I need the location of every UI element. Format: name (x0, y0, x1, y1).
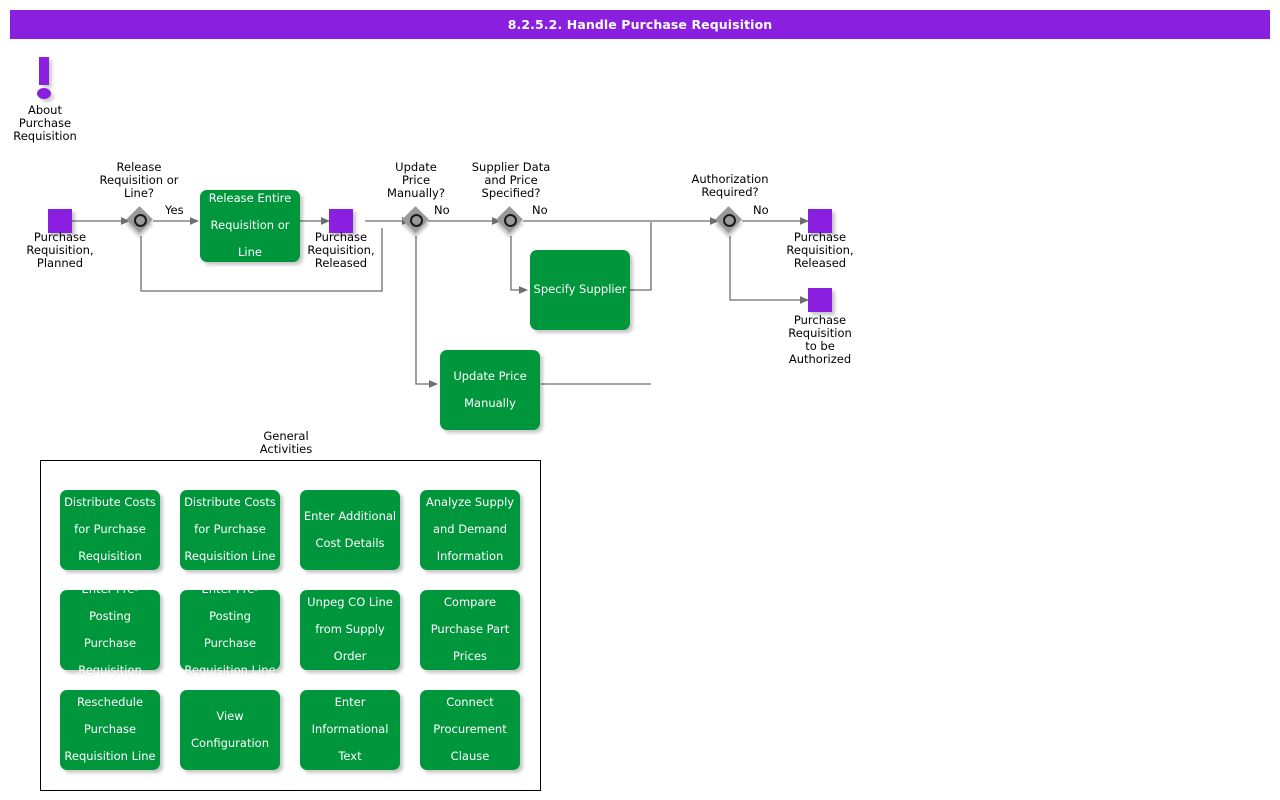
general-activity-enter-informational-text[interactable]: Enter Informational Text (300, 690, 400, 770)
activity-release-entire-requisition-or-line[interactable]: Release Entire Requisition or Line (200, 190, 300, 262)
general-activity-label-line: Distribute Costs (64, 495, 156, 510)
activity-update-price-manually[interactable]: Update Price Manually (440, 350, 540, 430)
decision-label-line: Line? (123, 186, 155, 200)
activity-specify-supplier[interactable]: Specify Supplier (530, 250, 630, 330)
decision-label-line: Required? (701, 185, 759, 199)
general-activity-label-line: Requisition (78, 662, 142, 677)
general-activities-title-line: Activities (259, 442, 313, 456)
general-activity-label-line: Enter Pre- (201, 581, 259, 596)
exclamation-dot (37, 88, 51, 99)
general-activity-label-line: Requisition Line (184, 549, 276, 564)
general-activity-label-line: Requisition Line (64, 749, 156, 764)
general-activity-label-line: Configuration (191, 735, 269, 750)
general-activity-reschedule-purchase-requisition-line[interactable]: Reschedule Purchase Requisition Line (60, 690, 160, 770)
decision-label-update-price-manually: Update Price Manually? (371, 161, 461, 200)
diagram-canvas: 8.2.5.2. Handle Purchase Requisition Abo… (0, 0, 1280, 800)
general-activity-label-line: Enter Pre- (81, 581, 139, 596)
activity-label-line: Requisition or (210, 218, 290, 233)
diamond-ring (723, 214, 736, 227)
decision-update-price-manually[interactable] (402, 206, 431, 235)
decision-label-line: Specified? (481, 186, 541, 200)
edge-label-update-price-no: No (434, 203, 450, 217)
general-activity-label-line: Procurement (433, 722, 507, 737)
general-activity-unpeg-co-line-from-supply-order[interactable]: Unpeg CO Line from Supply Order (300, 590, 400, 670)
general-activity-label-line: Analyze Supply (425, 495, 515, 510)
general-activity-enter-additional-cost-details[interactable]: Enter Additional Cost Details (300, 490, 400, 570)
activity-label-line: Line (238, 245, 262, 260)
general-activity-label-line: Connect (446, 695, 494, 710)
edge-label-authorization-no: No (753, 203, 769, 217)
general-activity-label-line: Text (338, 749, 362, 764)
state-label-purchase-requisition-planned: Purchase Requisition, Planned (10, 231, 110, 270)
general-activity-distribute-costs-for-purchase-requisition-line[interactable]: Distribute Costs for Purchase Requisitio… (180, 490, 280, 570)
state-label-line: Authorized (788, 352, 852, 366)
general-activity-label-line: for Purchase (74, 522, 146, 537)
exclamation-icon[interactable] (30, 57, 62, 103)
general-activity-label-line: Purchase (203, 635, 257, 650)
about-label-line-3: Requisition (13, 129, 77, 143)
activity-label-line: Manually (464, 395, 516, 410)
decision-label-line: Manually? (387, 186, 445, 200)
wire-to-update-price-box (415, 236, 438, 388)
general-activities-title: General Activities (230, 430, 342, 456)
general-activity-label-line: and Demand (432, 522, 508, 537)
general-activity-label-line: Purchase (83, 635, 137, 650)
general-activity-label-line: from Supply (315, 622, 385, 637)
general-activity-label-line: Enter Additional (303, 508, 397, 523)
activity-label-line: Update Price (453, 368, 527, 383)
general-activity-label-line: Compare (443, 595, 497, 610)
window-title-bar: 8.2.5.2. Handle Purchase Requisition (10, 10, 1270, 39)
general-activity-label-line: Purchase Part (430, 622, 510, 637)
general-activity-label-line: Distribute Costs (184, 495, 276, 510)
wire-specify-supplier-rejoin (630, 222, 652, 291)
general-activity-label-line: Requisition (78, 549, 142, 564)
edge-label-supplier-no: No (532, 203, 548, 217)
state-label-purchase-requisition-released-mid: Purchase Requisition, Released (291, 231, 391, 270)
general-activity-label-line: Cost Details (315, 535, 385, 550)
general-activity-label-line: Unpeg CO Line (307, 595, 393, 610)
decision-label-release-requisition-or-line: Release Requisition or Line? (78, 161, 200, 200)
state-label-line: Released (793, 256, 847, 270)
state-label-purchase-requisition-to-be-authorized: Purchase Requisition to be Authorized (770, 314, 870, 366)
activity-label-line: Specify Supplier (533, 282, 627, 297)
general-activity-label-line: Order (333, 649, 367, 664)
diamond-ring (134, 214, 147, 227)
decision-label-authorization-required: Authorization Required? (672, 173, 788, 199)
about-purchase-requisition-label[interactable]: About Purchase Requisition (0, 104, 90, 143)
general-activity-distribute-costs-for-purchase-requisition[interactable]: Distribute Costs for Purchase Requisitio… (60, 490, 160, 570)
decision-authorization-required[interactable] (715, 206, 744, 235)
general-activity-compare-purchase-part-prices[interactable]: Compare Purchase Part Prices (420, 590, 520, 670)
page-title: 8.2.5.2. Handle Purchase Requisition (507, 17, 773, 32)
general-activity-label-line: View (216, 708, 244, 723)
general-activity-label-line: Posting (89, 608, 131, 623)
general-activity-label-line: Prices (452, 649, 488, 664)
general-activity-label-line: Purchase (83, 722, 137, 737)
state-label-purchase-requisition-released-right: Purchase Requisition, Released (770, 231, 870, 270)
decision-supplier-data-and-price-specified[interactable] (496, 206, 525, 235)
general-activity-analyze-supply-and-demand-information[interactable]: Analyze Supply and Demand Information (420, 490, 520, 570)
decision-label-supplier-data-and-price-specified: Supplier Data and Price Specified? (455, 161, 567, 200)
general-activity-label-line: Reschedule (76, 695, 144, 710)
exclamation-bar (39, 57, 49, 85)
state-purchase-requisition-to-be-authorized[interactable] (808, 288, 832, 312)
diamond-ring (410, 214, 423, 227)
diamond-ring (504, 214, 517, 227)
general-activity-label-line: Posting (209, 608, 251, 623)
general-activity-label-line: Information (436, 549, 504, 564)
general-activity-connect-procurement-clause[interactable]: Connect Procurement Clause (420, 690, 520, 770)
edge-label-release-yes: Yes (165, 203, 184, 217)
general-activity-view-configuration[interactable]: View Configuration (180, 690, 280, 770)
general-activity-label-line: Requisition Line (184, 662, 276, 677)
decision-release-requisition-or-line[interactable] (126, 206, 155, 235)
activity-label-line: Release Entire (208, 191, 292, 206)
general-activity-enter-pre-posting-purchase-requisition-line[interactable]: Enter Pre- Posting Purchase Requisition … (180, 582, 280, 676)
wire-to-specify-supplier (510, 236, 528, 294)
general-activity-label-line: Informational (311, 722, 389, 737)
general-activity-label-line: Enter (334, 695, 366, 710)
general-activity-label-line: Clause (450, 749, 490, 764)
state-label-line: Released (314, 256, 368, 270)
state-label-line: Planned (36, 256, 84, 270)
general-activity-enter-pre-posting-purchase-requisition[interactable]: Enter Pre- Posting Purchase Requisition (60, 582, 160, 676)
general-activity-label-line: for Purchase (194, 522, 266, 537)
